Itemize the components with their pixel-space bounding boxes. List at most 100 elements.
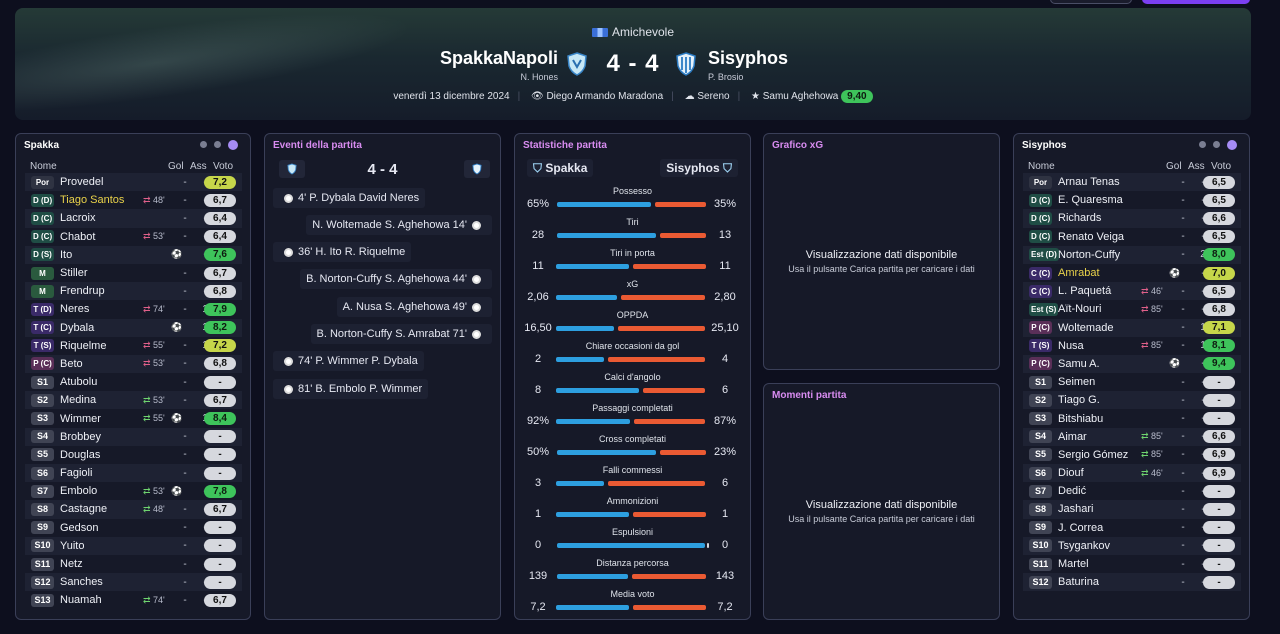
player-name[interactable]: Wimmer (60, 413, 101, 425)
player-row[interactable]: D (C)Richards--6,6 (1023, 209, 1241, 228)
event-item[interactable]: B. Norton-Cuffy S. Aghehowa 44' (300, 269, 492, 289)
player-row[interactable]: D (S)Ito⚽-7,6 (25, 245, 242, 264)
player-name[interactable]: Chabot (60, 231, 95, 243)
view-dot-3[interactable] (228, 140, 238, 150)
player-row[interactable]: S5Douglas--- (25, 446, 242, 464)
player-name[interactable]: Stiller (60, 267, 88, 279)
player-name[interactable]: Bitshiabu (1058, 413, 1103, 425)
away-team-name[interactable]: Sisyphos (708, 48, 788, 69)
player-row[interactable]: S3Wimmer⇄ 55'⚽18,4 (25, 409, 242, 427)
player-name[interactable]: Ito (60, 249, 72, 261)
player-name[interactable]: Amrabat (1058, 267, 1100, 279)
player-row[interactable]: S9Gedson--- (25, 519, 242, 537)
player-name[interactable]: Renato Veiga (1058, 231, 1124, 243)
player-row[interactable]: S13Nuamah⇄ 74'--6,7 (25, 591, 242, 609)
player-row[interactable]: S12Sanches--- (25, 573, 242, 592)
player-row[interactable]: S1Seimen--- (1023, 373, 1241, 391)
player-row[interactable]: S2Tiago G.--- (1023, 391, 1241, 410)
player-name[interactable]: Martel (1058, 558, 1089, 570)
player-row[interactable]: S4Brobbey--- (25, 427, 242, 446)
player-name[interactable]: Riquelme (60, 340, 106, 352)
top-button-secondary[interactable] (1050, 0, 1132, 4)
player-name[interactable]: E. Quaresma (1058, 194, 1123, 206)
player-row[interactable]: T (C)Dybala⚽18,2 (25, 318, 242, 337)
player-name[interactable]: J. Correa (1058, 522, 1103, 534)
player-row[interactable]: S8Castagne⇄ 48'--6,7 (25, 500, 242, 519)
player-row[interactable]: PorArnau Tenas--6,5 (1023, 173, 1241, 192)
player-name[interactable]: Fagioli (60, 467, 92, 479)
player-name[interactable]: Neres (60, 303, 89, 315)
player-row[interactable]: S3Bitshiabu--- (1023, 409, 1241, 427)
top-button-primary[interactable] (1142, 0, 1250, 4)
player-name[interactable]: Tiago Santos (60, 194, 124, 206)
player-name[interactable]: Medina (60, 394, 96, 406)
player-row[interactable]: S6Diouf⇄ 46'--6,9 (1023, 464, 1241, 483)
player-name[interactable]: Yuito (60, 540, 84, 552)
player-row[interactable]: MStiller--6,7 (25, 264, 242, 282)
player-row[interactable]: T (D)Neres⇄ 74'-17,9 (25, 300, 242, 318)
player-row[interactable]: C (C)Amrabat⚽-7,0 (1023, 264, 1241, 282)
player-row[interactable]: S1Atubolu--- (25, 373, 242, 391)
home-panel-view-dots[interactable] (200, 140, 238, 150)
event-item[interactable]: A. Nusa S. Aghehowa 49' (336, 297, 492, 317)
player-name[interactable]: Frendrup (60, 285, 105, 297)
player-row[interactable]: Est (D)Norton-Cuffy-28,0 (1023, 245, 1241, 264)
player-name[interactable]: Samu A. (1058, 358, 1100, 370)
player-name[interactable]: Jashari (1058, 503, 1093, 515)
player-name[interactable]: Tiago G. (1058, 394, 1100, 406)
player-name[interactable]: Dybala (60, 322, 94, 334)
event-item[interactable]: 4' P. Dybala David Neres (273, 188, 426, 208)
player-row[interactable]: D (C)Renato Veiga--6,5 (1023, 228, 1241, 246)
player-name[interactable]: Embolo (60, 485, 97, 497)
player-row[interactable]: MFrendrup--6,8 (25, 282, 242, 301)
player-row[interactable]: C (C)L. Paquetá⇄ 46'--6,5 (1023, 282, 1241, 301)
view-dot-2[interactable] (214, 141, 221, 148)
player-name[interactable]: Arnau Tenas (1058, 176, 1120, 188)
event-item[interactable]: B. Norton-Cuffy S. Amrabat 71' (310, 324, 492, 344)
player-row[interactable]: S8Jashari--- (1023, 500, 1241, 519)
player-row[interactable]: P (C)Beto⇄ 53'--6,8 (25, 354, 242, 374)
away-panel-view-dots[interactable] (1199, 140, 1237, 150)
player-row[interactable]: D (C)Chabot⇄ 53'--6,4 (25, 228, 242, 246)
player-row[interactable]: D (C)E. Quaresma--6,5 (1023, 191, 1241, 209)
view-dot-2[interactable] (1213, 141, 1220, 148)
view-dot-3[interactable] (1227, 140, 1237, 150)
player-row[interactable]: S12Baturina--- (1023, 573, 1241, 592)
player-name[interactable]: Baturina (1058, 576, 1099, 588)
player-row[interactable]: S9J. Correa--- (1023, 519, 1241, 537)
player-name[interactable]: Dedić (1058, 485, 1086, 497)
player-row[interactable]: P (C)Woltemade-17,1 (1023, 318, 1241, 337)
player-row[interactable]: Est (S)Aït-Nouri⇄ 85'--6,8 (1023, 300, 1241, 318)
player-row[interactable]: S11Netz--- (25, 555, 242, 573)
player-row[interactable]: S10Tsygankov--- (1023, 536, 1241, 555)
player-name[interactable]: Tsygankov (1058, 540, 1110, 552)
event-item[interactable]: N. Woltemade S. Aghehowa 14' (306, 215, 492, 235)
player-row[interactable]: D (C)Lacroix--6,4 (25, 209, 242, 228)
player-name[interactable]: Diouf (1058, 467, 1084, 479)
player-row[interactable]: S2Medina⇄ 53'--6,7 (25, 391, 242, 410)
player-name[interactable]: Seimen (1058, 376, 1095, 388)
player-name[interactable]: Gedson (60, 522, 99, 534)
player-row[interactable]: S7Dedić--- (1023, 482, 1241, 500)
player-row[interactable]: S7Embolo⇄ 53'⚽-7,8 (25, 482, 242, 500)
player-name[interactable]: Lacroix (60, 212, 95, 224)
player-name[interactable]: Provedel (60, 176, 103, 188)
player-name[interactable]: Nusa (1058, 340, 1084, 352)
player-name[interactable]: L. Paquetá (1058, 285, 1111, 297)
player-row[interactable]: PorProvedel--7,2 (25, 173, 242, 192)
player-name[interactable]: Sergio Gómez (1058, 449, 1128, 461)
player-name[interactable]: Woltemade (1058, 322, 1113, 334)
player-name[interactable]: Douglas (60, 449, 100, 461)
player-name[interactable]: Brobbey (60, 431, 101, 443)
event-item[interactable]: 36' H. Ito R. Riquelme (273, 242, 412, 262)
player-row[interactable]: S11Martel--- (1023, 555, 1241, 573)
player-name[interactable]: Norton-Cuffy (1058, 249, 1120, 261)
event-item[interactable]: 74' P. Wimmer P. Dybala (273, 351, 424, 371)
player-name[interactable]: Netz (60, 558, 83, 570)
player-name[interactable]: Atubolu (60, 376, 97, 388)
player-name[interactable]: Richards (1058, 212, 1101, 224)
player-row[interactable]: S6Fagioli--- (25, 464, 242, 483)
player-row[interactable]: T (S)Nusa⇄ 85'-18,1 (1023, 337, 1241, 355)
player-name[interactable]: Beto (60, 358, 83, 370)
player-row[interactable]: D (D)Tiago Santos⇄ 48'--6,7 (25, 191, 242, 209)
